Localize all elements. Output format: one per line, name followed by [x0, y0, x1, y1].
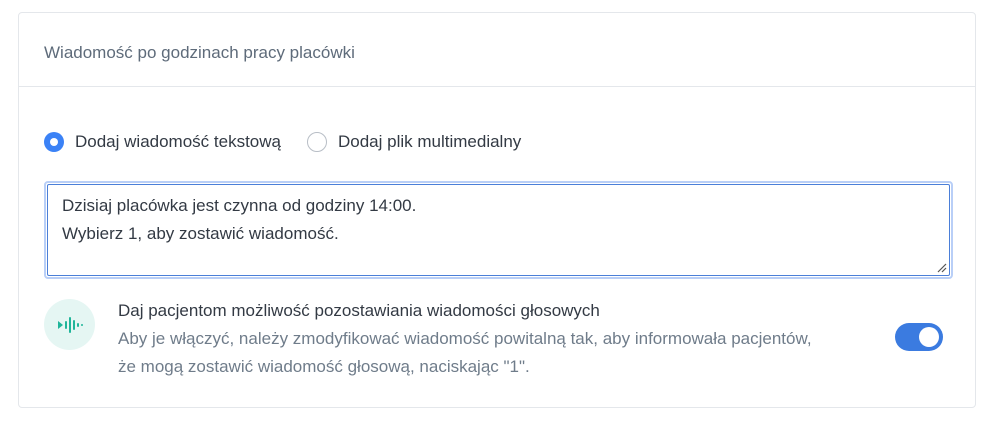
after-hours-message-card: Wiadomość po godzinach pracy placówki Do… [18, 12, 976, 408]
voice-messages-toggle[interactable] [895, 323, 943, 351]
resize-handle-icon[interactable] [937, 263, 947, 273]
radio-button-unchecked[interactable] [306, 132, 327, 152]
card-header: Wiadomość po godzinach pracy placówki [19, 13, 975, 87]
toggle-knob [919, 327, 939, 347]
voice-messages-title: Daj pacjentom możliwość pozostawiania wi… [118, 301, 600, 320]
message-line: Dzisiaj placówka jest czynna od godziny … [62, 196, 417, 215]
audio-waveform-icon [44, 299, 95, 350]
radio-option-text-message[interactable]: Dodaj wiadomość tekstową [44, 132, 281, 152]
radio-button-checked[interactable] [44, 132, 64, 152]
message-textarea[interactable]: Dzisiaj placówka jest czynna od godziny … [47, 184, 950, 276]
message-type-radio-group: Dodaj wiadomość tekstową Dodaj plik mult… [44, 130, 547, 154]
card-title: Wiadomość po godzinach pracy placówki [44, 43, 355, 62]
radio-label-multimedia-file: Dodaj plik multimedialny [337, 132, 522, 151]
voice-messages-description: Aby je włączyć, należy zmodyfikować wiad… [118, 329, 812, 376]
voice-messages-text: Daj pacjentom możliwość pozostawiania wi… [118, 297, 818, 381]
message-textarea-focus-ring: Dzisiaj placówka jest czynna od godziny … [44, 181, 953, 279]
radio-option-multimedia-file[interactable]: Dodaj plik multimedialny [306, 132, 522, 152]
message-line: Wybierz 1, aby zostawić wiadomość. [62, 224, 339, 243]
radio-label-text-message: Dodaj wiadomość tekstową [75, 132, 281, 151]
